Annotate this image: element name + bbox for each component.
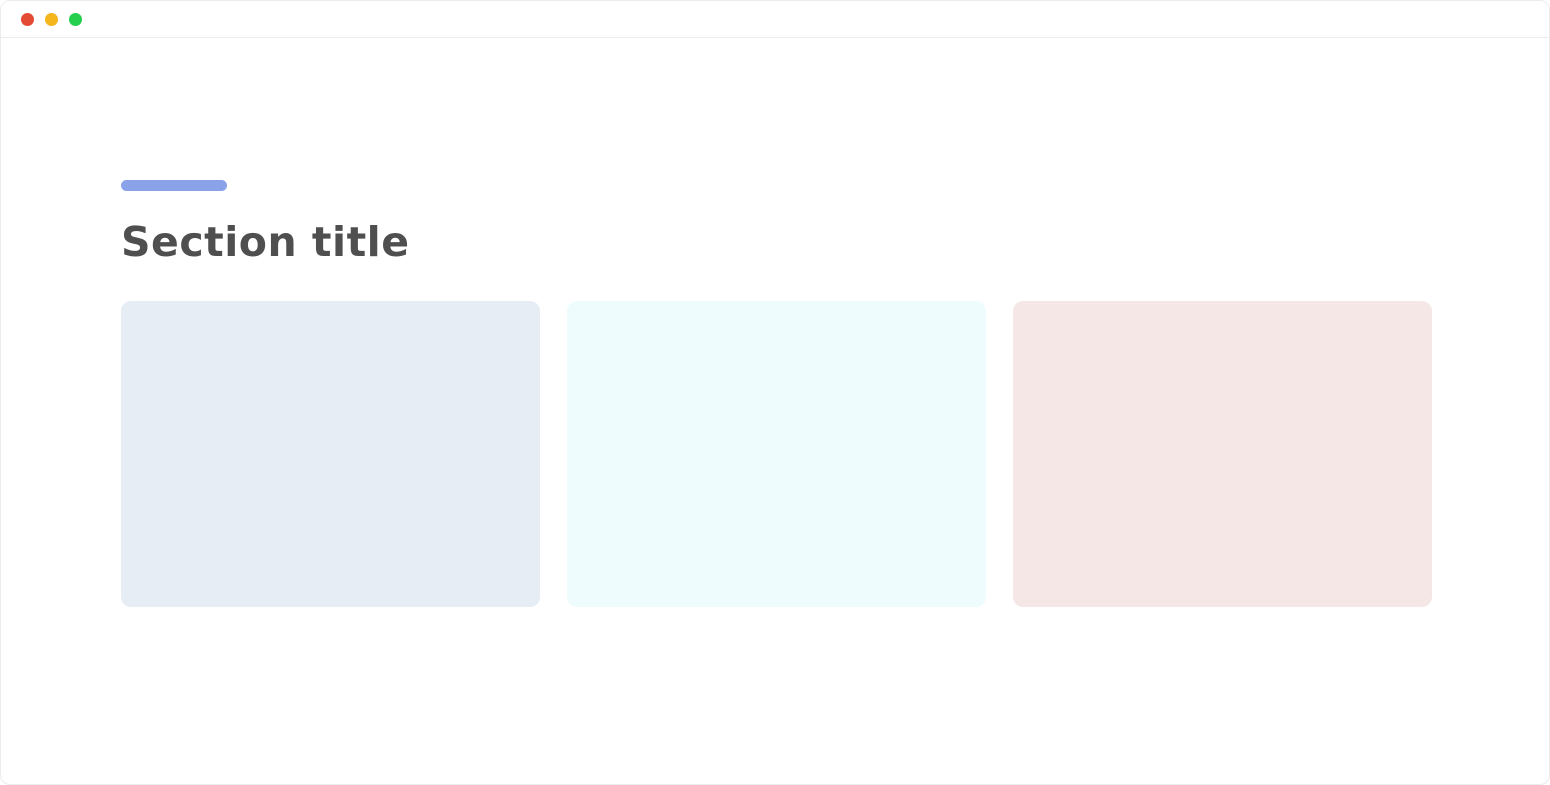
- browser-window: Section title: [0, 0, 1550, 785]
- card-row: [121, 301, 1432, 607]
- close-button[interactable]: [21, 13, 34, 26]
- card-placeholder-3: [1013, 301, 1432, 607]
- card-placeholder-2: [567, 301, 986, 607]
- card-placeholder-1: [121, 301, 540, 607]
- page-content: Section title: [1, 38, 1549, 784]
- minimize-button[interactable]: [45, 13, 58, 26]
- section-accent-bar: [121, 180, 227, 191]
- window-titlebar: [1, 1, 1549, 38]
- zoom-button[interactable]: [69, 13, 82, 26]
- section-title: Section title: [121, 218, 410, 266]
